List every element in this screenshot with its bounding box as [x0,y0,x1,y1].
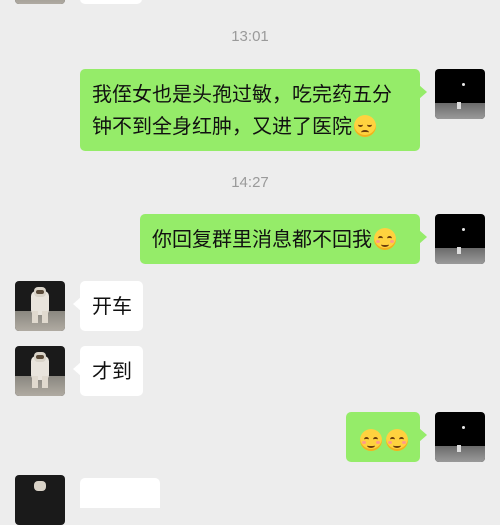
message-bubble-sent[interactable]: 你回复群里消息都不回我 [140,214,427,264]
timestamp: 14:27 [231,174,269,191]
avatar-contact[interactable] [15,281,65,331]
message-bubble-sent[interactable] [346,412,427,462]
smiling-face-icon [374,228,396,250]
timestamp: 13:01 [231,28,269,45]
avatar-self[interactable] [435,69,485,119]
message-text: 才到 [92,359,132,383]
message-text: 开车 [92,294,132,318]
message-bubble-sent[interactable]: 我侄女也是头孢过敏，吃完药五分钟不到全身红肿，又进了医院 [80,69,427,151]
message-text: 我侄女也是头孢过敏，吃完药五分钟不到全身红肿，又进了医院 [92,82,392,138]
message-bubble-partial[interactable] [80,478,160,508]
message-bubble-partial[interactable] [80,0,142,4]
message-text: 你回复群里消息都不回我 [152,227,372,251]
avatar-contact-partial[interactable] [15,475,65,525]
pensive-face-icon [354,115,376,137]
avatar-self[interactable] [435,412,485,462]
smiling-face-icon [360,429,382,451]
message-bubble-received[interactable]: 开车 [73,281,143,331]
smiling-face-icon [386,429,408,451]
avatar-contact[interactable] [15,346,65,396]
avatar-contact-partial[interactable] [15,0,65,4]
message-bubble-received[interactable]: 才到 [73,346,143,396]
avatar-self[interactable] [435,214,485,264]
